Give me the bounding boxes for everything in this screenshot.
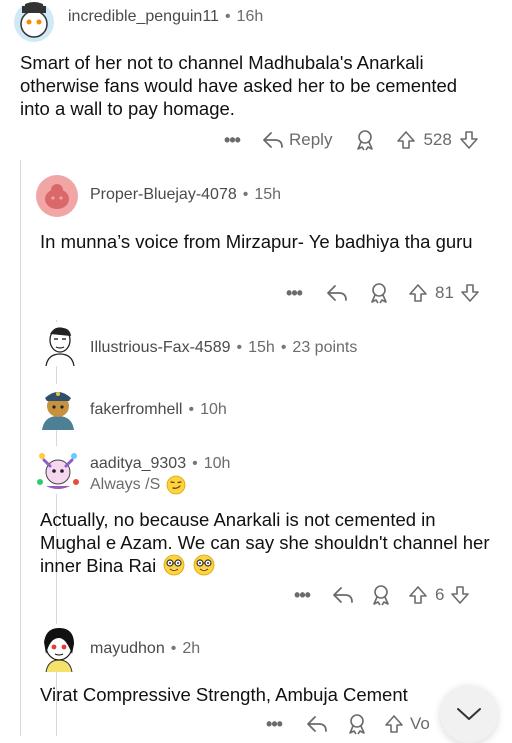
flair-text: Always /S xyxy=(90,476,161,493)
separator-dot: • xyxy=(236,339,243,356)
comment-body: Actually, no because Anarkali is not cem… xyxy=(40,508,490,577)
separator-dot: • xyxy=(242,186,249,203)
reply-button[interactable]: Reply xyxy=(262,130,332,150)
username[interactable]: fakerfromhell xyxy=(90,401,182,418)
reply-arrow-icon xyxy=(307,716,327,732)
avatar[interactable] xyxy=(36,384,80,430)
vote-count: Vo xyxy=(410,714,430,733)
award-icon xyxy=(349,714,365,735)
award-button[interactable] xyxy=(368,282,390,304)
vote-count: 528 xyxy=(423,130,452,149)
vote-count: 81 xyxy=(435,283,454,302)
reply-button[interactable] xyxy=(332,585,354,605)
comment-age: 16h xyxy=(236,8,264,25)
smirk-emoji-icon xyxy=(166,475,186,495)
upvote-arrow-icon xyxy=(409,586,427,604)
collapse-button[interactable] xyxy=(440,685,498,743)
downvote-button[interactable] xyxy=(450,585,470,605)
comment-age: 2h xyxy=(182,640,201,657)
comment-age: 15h xyxy=(248,339,275,356)
comment-author[interactable]: Illustrious-Fax-4589 • 15h • 23 points xyxy=(90,339,357,357)
separator-dot: • xyxy=(280,339,287,356)
username[interactable]: mayudhon xyxy=(90,640,165,657)
comment-body: Smart of her not to channel Madhubala's … xyxy=(20,52,458,119)
comment-body: In munna’s voice from Mirzapur- Ye badhi… xyxy=(40,231,473,252)
comment-text: Actually, no because Anarkali is not cem… xyxy=(40,509,490,576)
upvote-button[interactable] xyxy=(408,585,428,605)
separator-dot: • xyxy=(192,455,198,472)
nerd-emoji-icon xyxy=(163,554,185,576)
comment-actions: ••• Reply 528 xyxy=(222,128,479,152)
reply-arrow-icon xyxy=(333,587,353,603)
comment-author[interactable]: incredible_penguin11 • 16h xyxy=(68,8,263,26)
thread-line xyxy=(20,160,21,736)
upvote-button[interactable] xyxy=(384,714,404,734)
upvote-arrow-icon xyxy=(385,715,403,733)
avatar[interactable] xyxy=(14,2,54,42)
comment-age: 10h xyxy=(203,455,231,472)
comment-author[interactable]: Proper-Bluejay-4078 • 15h xyxy=(90,186,281,204)
chevron-down-icon xyxy=(457,708,481,720)
comment-author[interactable]: aaditya_9303 • 10h xyxy=(90,455,230,473)
username[interactable]: aaditya_9303 xyxy=(90,455,186,472)
reply-arrow-icon xyxy=(327,285,347,301)
comment-age: 15h xyxy=(254,186,282,203)
separator-dot: • xyxy=(188,401,195,418)
award-icon xyxy=(373,585,389,606)
comment-body: Virat Compressive Strength, Ambuja Cemen… xyxy=(40,684,408,705)
username[interactable]: incredible_penguin11 xyxy=(68,8,219,25)
downvote-button[interactable] xyxy=(459,130,479,150)
comment-author[interactable]: fakerfromhell • 10h xyxy=(90,401,227,419)
award-button[interactable] xyxy=(370,584,392,606)
upvote-button[interactable] xyxy=(396,130,416,150)
username[interactable]: Proper-Bluejay-4078 xyxy=(90,186,237,203)
downvote-arrow-icon xyxy=(461,284,479,302)
vote-count: 6 xyxy=(435,585,445,604)
avatar[interactable] xyxy=(36,624,82,672)
comment-actions: ••• Vo xyxy=(264,712,430,736)
more-options-icon[interactable]: ••• xyxy=(264,714,284,735)
reply-arrow-icon xyxy=(263,132,283,148)
downvote-arrow-icon xyxy=(460,131,478,149)
more-options-icon[interactable]: ••• xyxy=(292,585,312,606)
nerd-emoji-icon xyxy=(194,554,215,576)
downvote-arrow-icon xyxy=(451,586,470,604)
upvote-arrow-icon xyxy=(397,131,416,149)
separator-dot: • xyxy=(224,8,231,25)
avatar[interactable] xyxy=(34,446,82,494)
more-options-icon[interactable]: ••• xyxy=(284,283,304,304)
avatar[interactable] xyxy=(36,175,78,217)
award-icon xyxy=(357,130,374,151)
upvote-button[interactable] xyxy=(408,283,428,303)
downvote-button[interactable] xyxy=(460,283,480,303)
reply-button[interactable] xyxy=(326,283,348,303)
award-icon xyxy=(371,283,387,304)
comment-actions: ••• 6 xyxy=(292,583,470,607)
more-options-icon[interactable]: ••• xyxy=(222,130,242,151)
comment-score: 23 points xyxy=(292,339,358,356)
reply-label: Reply xyxy=(289,130,333,149)
comment-author[interactable]: mayudhon • 2h xyxy=(90,640,200,658)
username[interactable]: Illustrious-Fax-4589 xyxy=(90,339,231,356)
avatar[interactable] xyxy=(38,322,82,366)
upvote-arrow-icon xyxy=(409,284,427,302)
comment-actions: ••• 81 xyxy=(284,281,480,305)
comment-age: 10h xyxy=(200,401,227,418)
separator-dot: • xyxy=(170,640,177,657)
user-flair: Always /S xyxy=(90,475,186,495)
reply-button[interactable] xyxy=(306,714,328,734)
award-button[interactable] xyxy=(346,713,368,735)
award-button[interactable] xyxy=(354,129,376,151)
